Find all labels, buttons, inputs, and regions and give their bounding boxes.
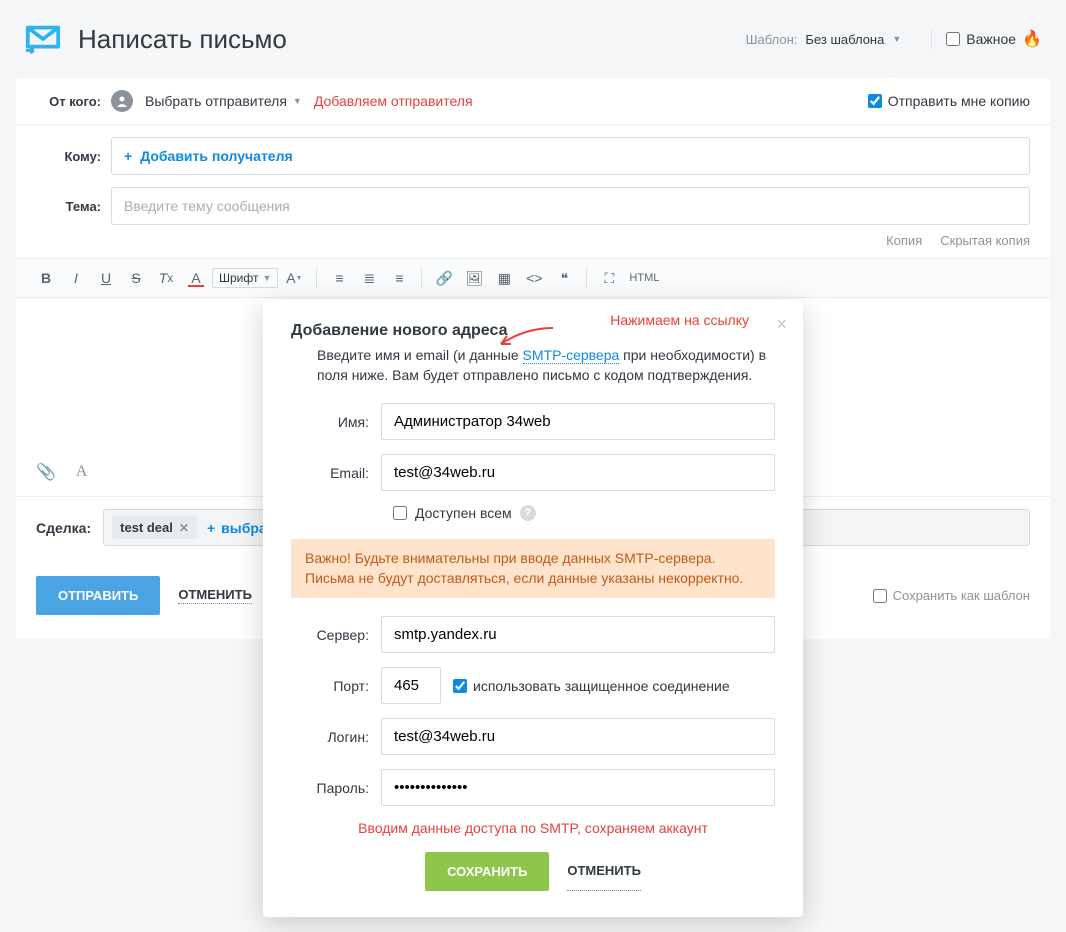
text-color-button[interactable]: A [182,265,210,291]
secure-checkbox[interactable] [453,679,467,693]
deal-add-link[interactable]: + выбра [207,520,267,536]
fire-icon: 🔥 [1022,29,1042,49]
secure-label: использовать защищенное соединение [473,678,730,694]
password-label: Пароль: [291,780,381,796]
modal-cancel-button[interactable]: ОТМЕНИТЬ [567,852,641,891]
underline-button[interactable]: U [92,265,120,291]
fullscreen-button[interactable]: ⛶ [595,265,623,291]
clear-format-button[interactable]: Tx [152,265,180,291]
important-checkbox-wrap[interactable]: Важное 🔥 [946,29,1042,49]
arrow-annotation-icon [495,326,555,348]
important-checkbox[interactable] [946,32,960,46]
template-label: Шаблон: [746,32,798,47]
save-button[interactable]: СОХРАНИТЬ [425,852,549,891]
font-size-button[interactable]: A▼ [280,265,308,291]
strike-button[interactable]: S [122,265,150,291]
cc-me-wrap[interactable]: Отправить мне копию [868,93,1030,109]
port-input[interactable] [381,667,441,704]
quote-button[interactable]: ❝ [550,265,578,291]
name-input[interactable] [381,403,775,440]
password-input[interactable] [381,769,775,806]
annotation-click-link: Нажимаем на ссылку [610,312,749,328]
align-button[interactable]: ≡ [385,265,413,291]
server-label: Сервер: [291,627,381,643]
login-label: Логин: [291,729,381,745]
send-button[interactable]: ОТПРАВИТЬ [36,576,160,615]
cc-me-label: Отправить мне копию [888,93,1030,109]
help-icon[interactable]: ? [520,505,536,521]
to-field[interactable]: + Добавить получателя [111,137,1030,175]
add-address-modal: × Добавление нового адреса Нажимаем на с… [263,300,803,917]
red-annotation: Вводим данные доступа по SMTP, сохраняем… [291,820,775,836]
subject-input[interactable] [111,187,1030,225]
text-style-icon[interactable]: A [76,463,88,481]
template-value: Без шаблона [805,32,884,47]
caret-down-icon: ▼ [892,34,901,44]
italic-button[interactable]: I [62,265,90,291]
chip-remove-icon[interactable]: ✕ [179,521,189,535]
bold-button[interactable]: B [32,265,60,291]
link-button[interactable]: 🔗 [430,265,458,291]
deal-label: Сделка: [36,520,91,536]
port-label: Порт: [291,678,381,694]
to-label: Кому: [36,149,111,164]
editor-toolbar: B I U S Tx A Шрифт▼ A▼ ≡ ≣ ≡ 🔗 🖼 ▦ <> ❝ … [16,258,1050,298]
ul-button[interactable]: ≣ [355,265,383,291]
close-icon[interactable]: × [776,314,787,335]
cancel-button[interactable]: ОТМЕНИТЬ [178,587,252,604]
bcc-link[interactable]: Скрытая копия [940,233,1030,248]
page-title: Написать письмо [78,24,746,55]
caret-down-icon: ▼ [293,96,302,106]
sender-select-label: Выбрать отправителя [145,93,287,109]
template-selector[interactable]: Шаблон: Без шаблона ▼ [746,32,902,47]
add-sender-annotation: Добавляем отправителя [314,93,473,109]
smtp-warning: Важно! Будьте внимательны при вводе данн… [291,539,775,598]
email-label: Email: [291,465,381,481]
html-button[interactable]: HTML [625,265,663,291]
save-template-label: Сохранить как шаблон [893,588,1030,603]
font-select[interactable]: Шрифт▼ [212,268,278,288]
add-recipient-link[interactable]: Добавить получателя [140,148,292,164]
name-label: Имя: [291,414,381,430]
attach-icon[interactable]: 📎 [36,462,56,482]
copy-link[interactable]: Копия [886,233,922,248]
deal-chip: test deal ✕ [112,516,197,539]
from-label: От кого: [36,94,111,109]
login-input[interactable] [381,718,775,755]
cc-me-checkbox[interactable] [868,94,882,108]
plus-icon: + [124,148,132,164]
save-template-checkbox[interactable] [873,589,887,603]
important-label: Важное [966,31,1016,47]
image-button[interactable]: 🖼 [460,265,488,291]
app-logo-icon [24,20,62,58]
secure-checkbox-wrap[interactable]: использовать защищенное соединение [453,678,730,694]
table-button[interactable]: ▦ [490,265,518,291]
save-template-wrap[interactable]: Сохранить как шаблон [873,588,1030,603]
code-button[interactable]: <> [520,265,548,291]
smtp-link[interactable]: SMTP-сервера [523,347,620,364]
modal-description: Введите имя и email (и данные SMTP-серве… [291,346,775,385]
available-label: Доступен всем [415,505,512,521]
available-checkbox[interactable] [393,506,407,520]
avatar-icon [111,90,133,112]
subject-label: Тема: [36,199,111,214]
email-input[interactable] [381,454,775,491]
ol-button[interactable]: ≡ [325,265,353,291]
server-input[interactable] [381,616,775,653]
sender-select[interactable]: Выбрать отправителя ▼ [145,93,302,109]
